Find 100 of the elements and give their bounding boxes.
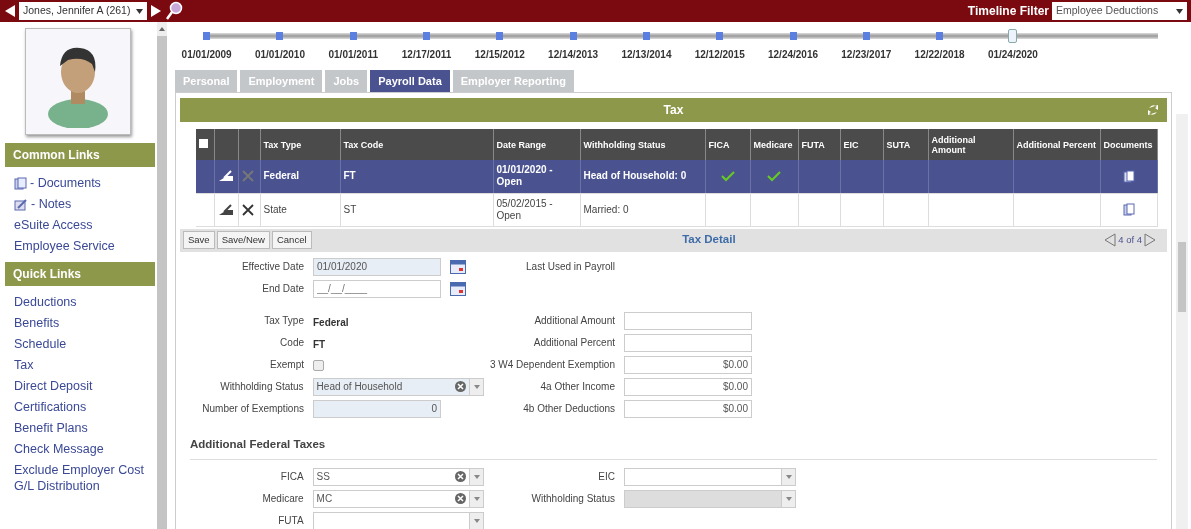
input-field[interactable] (624, 311, 752, 330)
tab[interactable]: Payroll Data (370, 70, 450, 92)
timeline-marker[interactable] (862, 32, 870, 40)
sidebar-link[interactable]: Schedule (14, 336, 157, 352)
table-cell: 05/02/2015 - Open (496, 197, 553, 221)
timeline-marker[interactable] (276, 32, 284, 40)
caret-icon[interactable] (1176, 8, 1183, 14)
timeline-thumb[interactable] (1008, 29, 1018, 43)
edit-icon[interactable] (217, 170, 234, 183)
sidebar-link[interactable]: Certifications (14, 399, 157, 415)
field-label: Withholding Status (530, 491, 615, 504)
timeline-marker[interactable] (569, 32, 577, 40)
dropdown-field[interactable]: SS (312, 467, 484, 486)
sidebar-link[interactable]: Direct Deposit (14, 378, 157, 394)
notepad-icon[interactable] (14, 197, 28, 211)
column-header: Tax Type (263, 139, 302, 150)
dropdown-field[interactable] (312, 511, 484, 529)
input-field[interactable]: $0.00 (624, 399, 752, 418)
employee-dropdown[interactable]: Jones, Jennifer A (261) (19, 2, 147, 20)
dropdown-field[interactable]: MC (312, 489, 484, 508)
sidebar-link[interactable]: Tax (14, 357, 157, 373)
timeline-marker[interactable] (789, 32, 797, 40)
field-label: Medicare (261, 491, 304, 504)
sidebar-link[interactable]: - Notes (31, 196, 72, 212)
field-label: 3 W4 Dependent Exemption (488, 357, 615, 370)
column-header: SUTA (886, 139, 911, 150)
documents-icon[interactable] (1122, 169, 1135, 183)
document-icon[interactable] (14, 176, 27, 190)
sidebar-link[interactable]: Benefit Plans (14, 420, 157, 436)
pager-text: 4 of 4 (1118, 232, 1142, 247)
clear-icon[interactable] (455, 493, 466, 505)
toolbar-button[interactable]: Save/New (216, 231, 270, 249)
sidebar-link[interactable]: Deductions (14, 294, 157, 310)
caret-icon[interactable] (136, 8, 143, 14)
column-header: Additional Amount (931, 134, 976, 155)
previous-arrow-icon[interactable] (4, 4, 16, 18)
timeline-marker[interactable] (423, 32, 431, 40)
sidebar-link[interactable]: Benefits (14, 315, 157, 331)
clear-icon[interactable] (455, 381, 466, 392)
timeline-marker[interactable] (642, 32, 650, 40)
sidebar-link[interactable]: eSuite Access (14, 217, 157, 233)
panel-title: Tax (662, 102, 685, 119)
timeline-marker[interactable] (936, 32, 944, 40)
dropdown-field[interactable]: Head of Household (312, 377, 484, 396)
timeline-filter-dropdown[interactable]: Employee Deductions (1052, 2, 1187, 20)
sidebar-link[interactable]: - Documents (30, 175, 101, 191)
field-label: Withholding Status (219, 379, 304, 392)
refresh-icon[interactable] (1147, 103, 1159, 117)
table-cell: FT (343, 170, 356, 182)
scroll-up-icon[interactable] (159, 27, 165, 31)
column-header: Documents (1103, 139, 1153, 150)
field-label: FUTA (277, 513, 304, 526)
search-icon[interactable] (165, 1, 183, 21)
date-field[interactable]: 01/01/2020 (313, 257, 441, 276)
sidebar-link[interactable]: Check Message (14, 441, 157, 457)
timeline-marker[interactable] (203, 32, 211, 40)
calendar-icon[interactable] (450, 281, 466, 296)
input-field[interactable] (624, 333, 752, 352)
scrollbar[interactable] (1176, 114, 1188, 529)
input-field[interactable]: $0.00 (624, 355, 752, 374)
timeline-date: 12/23/2017 (841, 48, 892, 62)
input-field[interactable]: $0.00 (624, 377, 752, 396)
date-field[interactable]: __/__/____ (313, 279, 441, 298)
sidebar-link[interactable]: Employee Service (14, 238, 157, 254)
table-row[interactable]: State ST 05/02/2015 - Open Married: 0 (196, 193, 1157, 226)
dropdown-field[interactable] (624, 467, 796, 486)
column-header: Additional Percent (1016, 139, 1096, 150)
field-label: End Date (261, 281, 304, 294)
next-icon[interactable] (1144, 233, 1156, 247)
timeline-marker[interactable] (716, 32, 724, 40)
timeline-filter-label: Timeline Filter (967, 3, 1049, 20)
detail-title: Tax Detail (681, 232, 737, 248)
checkbox[interactable] (313, 359, 324, 371)
field-label: EIC (597, 469, 615, 482)
clear-icon[interactable] (455, 471, 466, 483)
toolbar-button[interactable]: Save (183, 231, 215, 249)
documents-icon[interactable] (1122, 203, 1135, 216)
table-row[interactable]: Federal FT 01/01/2020 - Open Head of Household: 0 (196, 160, 1157, 193)
column-header: Tax Code (343, 139, 384, 150)
next-arrow-icon[interactable] (150, 4, 162, 18)
section-header: Quick Links (5, 262, 155, 286)
timeline-date: 01/01/2009 (181, 48, 232, 62)
timeline-date: 12/17/2011 (401, 48, 452, 62)
input-field[interactable]: 0 (313, 399, 441, 418)
scrollbar-thumb[interactable] (1178, 242, 1186, 312)
edit-icon[interactable] (217, 203, 234, 216)
calendar-icon[interactable] (450, 259, 466, 274)
sidebar-link[interactable]: Exclude Employer Cost G/L Distribution (14, 462, 157, 494)
table-cell: Federal (263, 170, 300, 182)
delete-icon[interactable] (241, 203, 254, 216)
field-label: 4a Other Income (539, 379, 615, 392)
toolbar-button[interactable]: Cancel (271, 231, 312, 249)
timeline-marker[interactable] (496, 32, 504, 40)
column-header: EIC (843, 139, 859, 150)
scrollbar[interactable] (157, 22, 167, 529)
previous-icon[interactable] (1104, 233, 1117, 247)
timeline-marker[interactable] (349, 32, 357, 40)
select-all-checkbox[interactable] (199, 139, 208, 148)
field-label: Code (279, 335, 304, 348)
timeline-date: 01/24/2020 (987, 48, 1038, 62)
